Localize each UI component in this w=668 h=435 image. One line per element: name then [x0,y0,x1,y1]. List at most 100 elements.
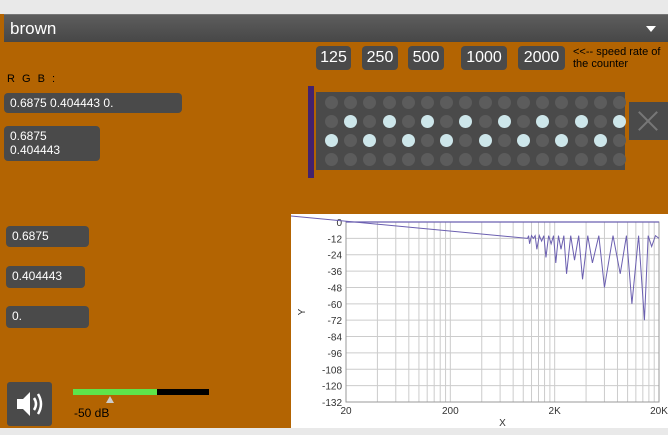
counter-dot[interactable] [382,153,396,166]
counter-dot[interactable] [478,115,492,128]
counter-dot-lit[interactable] [613,115,626,128]
speed-button-2000[interactable]: 2000 [518,46,565,70]
level-meter[interactable] [73,389,209,395]
counter-dot[interactable] [401,115,415,128]
counter-dot[interactable] [517,115,530,128]
counter-dot-lit[interactable] [555,134,569,147]
counter-dot[interactable] [401,96,415,109]
counter-dot[interactable] [440,153,454,166]
counter-dot-lit[interactable] [517,134,530,147]
counter-dot[interactable] [440,115,454,128]
counter-dot-grid[interactable] [316,92,626,170]
counter-dot[interactable] [517,96,530,109]
speed-button-250[interactable]: 250 [362,46,398,70]
counter-dot[interactable] [536,134,550,147]
counter-dot-lit[interactable] [344,115,358,128]
counter-dot[interactable] [613,134,626,147]
speed-button-500[interactable]: 500 [408,46,444,70]
counter-dot-lit[interactable] [401,134,415,147]
counter-dot[interactable] [363,153,377,166]
speed-button-1000[interactable]: 1000 [461,46,507,70]
y-tick-label: -36 [328,267,343,278]
counter-dot[interactable] [478,153,492,166]
chevron-down-icon[interactable] [646,26,656,32]
counter-dot[interactable] [536,96,550,109]
y-axis-label: Y [297,308,308,315]
x-tick-label: 20K [650,406,668,417]
counter-dot[interactable] [459,153,473,166]
counter-dot[interactable] [382,134,396,147]
b-message-box[interactable]: 0. [6,306,89,328]
counter-dot[interactable] [363,115,377,128]
counter-dot[interactable] [382,96,396,109]
counter-dot[interactable] [421,153,434,166]
counter-dot[interactable] [574,134,588,147]
x-tick-label: 20 [340,406,352,417]
counter-dot[interactable] [517,153,530,166]
counter-dot[interactable] [593,115,607,128]
counter-dot[interactable] [613,96,626,109]
counter-dot[interactable] [363,96,377,109]
counter-dot-lit[interactable] [574,115,588,128]
counter-dot-lit[interactable] [593,134,607,147]
speaker-glyph [17,392,43,416]
counter-dot[interactable] [325,153,338,166]
counter-dot[interactable] [325,96,338,109]
counter-dot[interactable] [459,96,473,109]
counter-dot[interactable] [497,134,511,147]
r-message-box[interactable]: 0.6875 [6,226,89,247]
counter-dot[interactable] [440,96,454,109]
spectrum-plot: 0 -12 -24 -36 -48 -60 -72 -84 -96 -108 -120 -132 20 2… [290,214,668,429]
y-tick-label: -120 [322,382,342,393]
close-icon[interactable] [629,102,668,140]
g-message-box[interactable]: 0.404443 [6,266,85,288]
counter-dot-lit[interactable] [325,134,338,147]
dropdown-value: brown [10,19,57,38]
counter-dot-lit[interactable] [478,134,492,147]
counter-dot-lit[interactable] [459,115,473,128]
counter-dot[interactable] [536,153,550,166]
color-dropdown[interactable]: brown [4,14,668,42]
counter-dot[interactable] [593,153,607,166]
counter-dot[interactable] [401,153,415,166]
counter-dot[interactable] [344,134,358,147]
rgb-message-box[interactable]: 0.6875 0.404443 0. [4,93,182,113]
rgb-label: R G B : [7,73,58,85]
y-tick-label: -132 [322,398,342,409]
y-tick-label: -48 [328,283,343,294]
counter-dot[interactable] [421,96,434,109]
speed-button-125[interactable]: 125 [316,46,351,70]
counter-dot[interactable] [555,96,569,109]
counter-dot-lit[interactable] [382,115,396,128]
counter-matrix[interactable] [308,86,626,178]
counter-dot-lit[interactable] [497,115,511,128]
counter-dot[interactable] [574,153,588,166]
x-tick-label: 200 [442,406,459,417]
counter-dot[interactable] [555,115,569,128]
counter-dot[interactable] [478,96,492,109]
counter-dot[interactable] [497,96,511,109]
counter-dot[interactable] [574,96,588,109]
speed-note: <<-- speed rate of the counter [573,46,661,70]
counter-bar [308,86,314,178]
y-tick-label: -84 [328,333,343,344]
y-tick-label: -108 [322,365,342,376]
counter-dot[interactable] [344,153,358,166]
counter-dot[interactable] [593,96,607,109]
level-meter-handle[interactable] [106,396,114,403]
counter-dot-lit[interactable] [536,115,550,128]
rg-message-box[interactable]: 0.6875 0.404443 [4,126,100,161]
counter-dot[interactable] [325,115,338,128]
counter-dot[interactable] [459,134,473,147]
y-tick-label: -24 [328,251,343,262]
counter-dot[interactable] [497,153,511,166]
speaker-icon[interactable] [7,382,52,426]
counter-dot-lit[interactable] [440,134,454,147]
counter-dot[interactable] [613,153,626,166]
counter-dot[interactable] [421,134,434,147]
counter-dot[interactable] [555,153,569,166]
counter-dot-lit[interactable] [421,115,434,128]
x-tick-label: 2K [549,406,562,417]
counter-dot-lit[interactable] [363,134,377,147]
counter-dot[interactable] [344,96,358,109]
